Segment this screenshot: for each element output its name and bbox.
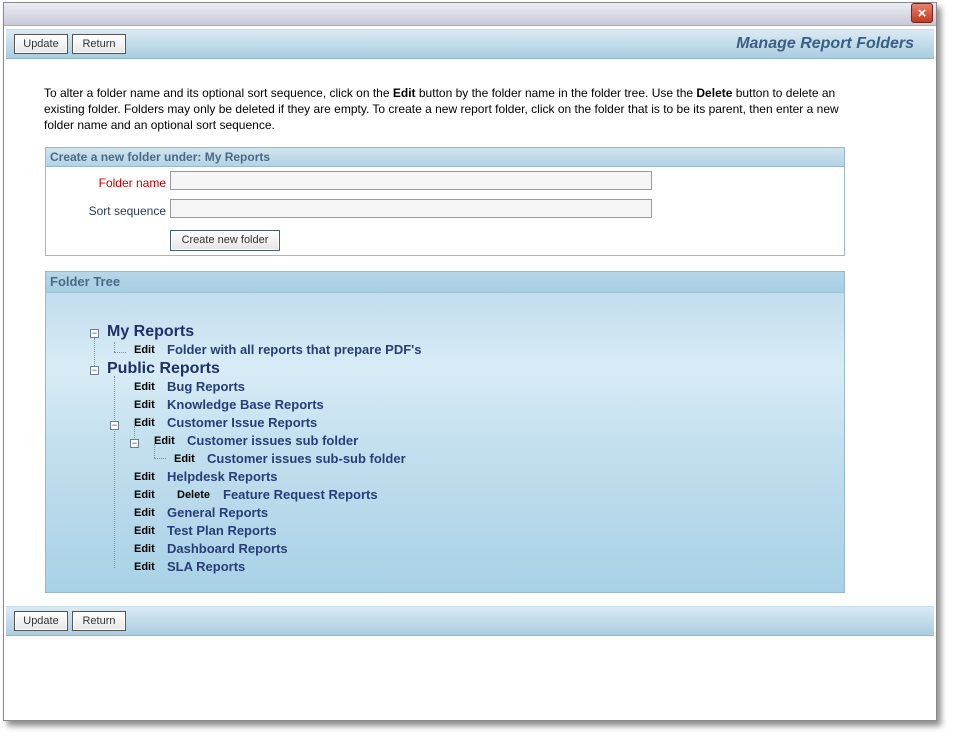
edit-button[interactable]: Edit [134,344,155,356]
delete-keyword: Delete [696,86,733,100]
close-icon: × [917,5,927,22]
folder-name-field[interactable] [170,171,652,190]
edit-button[interactable]: Edit [134,399,155,411]
dialog-window: × Update Return Manage Report Folders To… [3,2,937,721]
edit-button[interactable]: Edit [134,561,155,573]
tree-folder-item[interactable]: Customer issues sub folder [187,433,358,448]
top-toolbar: Update Return Manage Report Folders [6,29,934,59]
edit-keyword: Edit [392,86,416,100]
edit-button[interactable]: Edit [154,435,175,447]
tree-folder-item[interactable]: SLA Reports [167,559,245,574]
collapse-toggle-icon[interactable]: − [90,329,99,338]
page-title: Manage Report Folders [736,35,914,52]
tree-connector [154,458,166,459]
sort-sequence-field[interactable] [170,199,652,218]
return-button-bottom[interactable]: Return [72,611,126,631]
folder-name-label: Folder name [98,176,166,190]
new-folder-panel: Create a new folder under: My Reports Fo… [45,147,845,256]
update-button[interactable]: Update [14,34,68,54]
edit-button[interactable]: Edit [134,525,155,537]
create-new-folder-button[interactable]: Create new folder [170,230,280,251]
tree-folder-item[interactable]: Folder with all reports that prepare PDF… [167,342,421,357]
edit-button[interactable]: Edit [134,543,155,555]
update-button-bottom[interactable]: Update [14,611,68,631]
tree-root-public-reports[interactable]: Public Reports [107,360,220,378]
tree-folder-item[interactable]: Feature Request Reports [223,487,378,502]
edit-button[interactable]: Edit [134,507,155,519]
tree-folder-item[interactable]: Dashboard Reports [167,541,288,556]
instructions-text: To alter a folder name and its optional … [44,86,839,132]
close-button[interactable]: × [911,3,933,23]
tree-folder-item[interactable]: Customer issues sub-sub folder [207,451,406,466]
title-bar: × [4,3,936,26]
tree-root-my-reports[interactable]: My Reports [107,323,194,341]
tree-folder-item[interactable]: Customer Issue Reports [167,415,317,430]
folder-tree-panel: Folder Tree − My Reports Edit Folder wit… [45,271,845,593]
collapse-toggle-icon[interactable]: − [130,439,139,448]
delete-button[interactable]: Delete [177,489,210,501]
return-button[interactable]: Return [72,34,126,54]
new-folder-header: Create a new folder under: My Reports [46,148,844,167]
edit-button[interactable]: Edit [134,471,155,483]
tree-folder-item[interactable]: General Reports [167,505,268,520]
tree-connector [114,376,115,568]
tree-connector [114,352,126,353]
folder-tree-header: Folder Tree [46,272,844,293]
collapse-toggle-icon[interactable]: − [110,421,119,430]
tree-folder-item[interactable]: Helpdesk Reports [167,469,278,484]
sort-sequence-label: Sort sequence [88,204,166,218]
collapse-toggle-icon[interactable]: − [90,366,99,375]
tree-connector [114,342,115,352]
tree-folder-item[interactable]: Knowledge Base Reports [167,397,324,412]
tree-folder-item[interactable]: Test Plan Reports [167,523,277,538]
edit-button[interactable]: Edit [134,417,155,429]
edit-button[interactable]: Edit [134,381,155,393]
tree-folder-item[interactable]: Bug Reports [167,379,245,394]
edit-button[interactable]: Edit [174,453,195,465]
bottom-toolbar: Update Return [6,606,934,636]
edit-button[interactable]: Edit [134,489,155,501]
